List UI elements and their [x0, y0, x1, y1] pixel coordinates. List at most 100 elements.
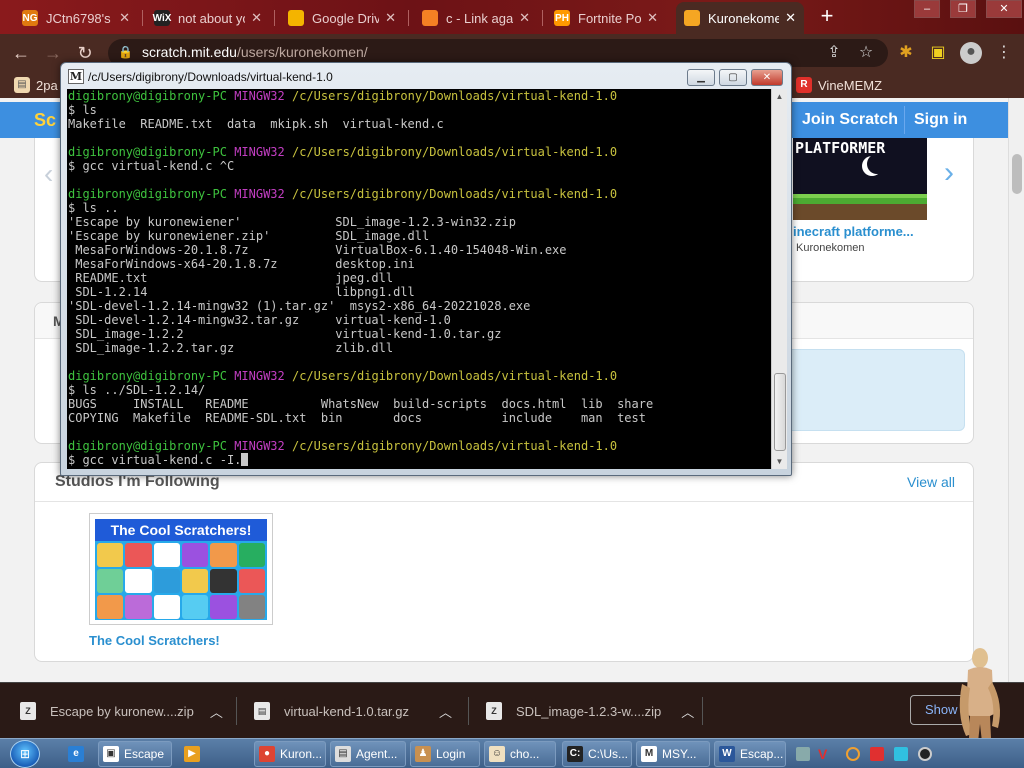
- view-all-link[interactable]: View all: [907, 474, 955, 490]
- start-button[interactable]: ⊞: [10, 740, 40, 768]
- browser-tab[interactable]: Google Drive ✕: [280, 4, 404, 32]
- chevron-up-icon[interactable]: ︿: [681, 702, 694, 721]
- tab-favicon-icon: [684, 10, 700, 26]
- prompt-user: digibrony@digibrony-PC: [68, 439, 227, 453]
- page-scrollbar-thumb[interactable]: [1012, 154, 1022, 194]
- scratch-logo[interactable]: Sc: [34, 110, 56, 131]
- tab-title: not about yo: [178, 10, 246, 26]
- tab-close-icon[interactable]: ✕: [519, 10, 530, 26]
- terminal-minimize-button[interactable]: ▁: [687, 69, 715, 86]
- msys-terminal-window[interactable]: M /c/Users/digibrony/Downloads/virtual-k…: [60, 62, 792, 476]
- scroll-down-icon[interactable]: ▼: [772, 454, 787, 469]
- divider: [236, 697, 237, 725]
- taskbar-button-label: Login: [436, 747, 466, 761]
- terminal-output-line: Makefile README.txt data mkipk.sh virtua…: [68, 117, 653, 131]
- taskbar-button[interactable]: M MSY...: [636, 741, 710, 767]
- studio-art: The Cool Scratchers!: [95, 519, 267, 620]
- taskbar-button-label: MSY...: [662, 747, 697, 761]
- back-icon[interactable]: ←: [10, 42, 32, 64]
- terminal-screen[interactable]: digibrony@digibrony-PC MINGW32 /c/Users/…: [67, 89, 771, 469]
- browser-minimize-button[interactable]: –: [914, 0, 940, 18]
- taskbar-button[interactable]: ● Kuron...: [254, 741, 326, 767]
- tab-close-icon[interactable]: ✕: [119, 10, 130, 26]
- prompt-user: digibrony@digibrony-PC: [68, 145, 227, 159]
- terminal-title: /c/Users/digibrony/Downloads/virtual-ken…: [88, 70, 333, 84]
- bookmark-vinememz[interactable]: R VineMEMZ: [796, 76, 882, 94]
- taskbar-button[interactable]: W Escap...: [714, 741, 786, 767]
- studio-name-link[interactable]: The Cool Scratchers!: [89, 633, 220, 648]
- text-cursor: [241, 453, 249, 466]
- tray-network-icon[interactable]: [894, 747, 908, 761]
- terminal-line-text: Makefile README.txt data mkipk.sh virtua…: [68, 117, 444, 131]
- browser-close-button[interactable]: ✕: [986, 0, 1022, 18]
- download-filename: Escape by kuronew....zip: [50, 703, 194, 719]
- tray-v-icon[interactable]: V: [818, 747, 832, 761]
- terminal-line-text: 'Escape by kuronewiener' SDL_image-1.2.3…: [68, 215, 516, 229]
- terminal-output-line: 'SDL-devel-1.2.14-mingw32 (1).tar.gz' ms…: [68, 299, 653, 313]
- tab-close-icon[interactable]: ✕: [385, 10, 396, 26]
- info-panel: [769, 349, 965, 431]
- project-thumbnail[interactable]: PLATFORMER: [793, 138, 927, 220]
- project-title-link[interactable]: inecraft platforme...: [793, 224, 914, 239]
- taskbar-button[interactable]: ▤ Agent...: [330, 741, 406, 767]
- reload-icon[interactable]: ↻: [74, 42, 96, 64]
- tab-close-icon[interactable]: ✕: [647, 10, 658, 26]
- prompt-path: /c/Users/digibrony/Downloads/virtual-ken…: [292, 89, 618, 103]
- tray-volume-icon[interactable]: [918, 747, 932, 761]
- project-author[interactable]: Kuronekomen: [796, 242, 865, 254]
- terminal-close-button[interactable]: ✕: [751, 69, 783, 86]
- scroll-up-icon[interactable]: ▲: [772, 89, 787, 104]
- sign-in-link[interactable]: Sign in: [914, 111, 967, 129]
- download-item[interactable]: Z Escape by kuronew....zip ︿: [20, 693, 223, 729]
- share-icon[interactable]: ⇪: [824, 43, 844, 63]
- terminal-output-line: SDL-devel-1.2.14-mingw32.tar.gz virtual-…: [68, 313, 653, 327]
- download-item[interactable]: Z SDL_image-1.2.3-w....zip ︿: [486, 693, 694, 729]
- tab-separator: [542, 10, 543, 26]
- browser-restore-button[interactable]: ❐: [950, 0, 976, 18]
- taskbar-button[interactable]: ☺ cho...: [484, 741, 556, 767]
- forward-icon[interactable]: →: [42, 42, 64, 64]
- prompt-user: digibrony@digibrony-PC: [68, 89, 227, 103]
- new-tab-button[interactable]: +: [816, 5, 838, 28]
- terminal-titlebar[interactable]: M /c/Users/digibrony/Downloads/virtual-k…: [61, 63, 791, 89]
- studio-thumbnail[interactable]: The Cool Scratchers!: [89, 513, 273, 625]
- carousel-left-arrow-icon[interactable]: ‹: [44, 158, 53, 190]
- taskbar-button[interactable]: ♟ Login: [410, 741, 480, 767]
- bookmark-star-icon[interactable]: ☆: [856, 43, 876, 63]
- chevron-up-icon[interactable]: ︿: [210, 702, 223, 721]
- taskbar-button[interactable]: C: C:\Us...: [562, 741, 632, 767]
- taskbar-pinned-media[interactable]: ▶: [178, 741, 206, 767]
- bookmark-2pa[interactable]: ▤ 2pa: [14, 76, 58, 94]
- taskbar-button-label: Agent...: [356, 747, 398, 761]
- tab-close-icon[interactable]: ✕: [251, 10, 262, 26]
- divider: [35, 501, 973, 502]
- browser-tab[interactable]: c - Link agai ✕: [414, 4, 538, 32]
- browser-tab[interactable]: Kuronekome ✕: [676, 2, 804, 34]
- page-scrollbar[interactable]: [1008, 98, 1024, 682]
- taskbar-pinned-ie[interactable]: e: [62, 741, 90, 767]
- join-scratch-link[interactable]: Join Scratch: [802, 111, 898, 129]
- browser-tab[interactable]: WiX not about yo ✕: [146, 4, 270, 32]
- tray-app-icon[interactable]: [796, 747, 810, 761]
- terminal-maximize-button[interactable]: ▢: [719, 69, 747, 86]
- menu-icon[interactable]: ⋮: [994, 43, 1014, 63]
- terminal-line-text: SDL_image-1.2.2 virtual-kend-1.0.tar.gz: [68, 327, 502, 341]
- tray-search-icon[interactable]: [846, 747, 860, 761]
- download-filename: SDL_image-1.2.3-w....zip: [516, 703, 662, 719]
- terminal-line-text: $ gcc virtual-kend.c ^C: [68, 159, 235, 173]
- terminal-scrollbar-thumb[interactable]: [774, 373, 786, 451]
- profile-avatar-icon[interactable]: ●: [960, 42, 982, 64]
- carousel-right-arrow-icon[interactable]: ›: [944, 156, 954, 190]
- zip-file-icon: Z: [20, 702, 36, 720]
- terminal-prompt-line: digibrony@digibrony-PC MINGW32 /c/Users/…: [68, 187, 653, 201]
- browser-tab[interactable]: PH Fortnite Por ✕: [546, 4, 666, 32]
- browser-tab[interactable]: NG JCtn6798's A ✕: [14, 4, 138, 32]
- tab-close-icon[interactable]: ✕: [785, 10, 796, 26]
- taskbar-button[interactable]: ▣ Escape: [98, 741, 172, 767]
- tray-flag-icon[interactable]: [870, 747, 884, 761]
- chevron-up-icon[interactable]: ︿: [439, 702, 452, 721]
- download-item[interactable]: ▤ virtual-kend-1.0.tar.gz ︿: [254, 693, 452, 729]
- terminal-scrollbar[interactable]: ▲ ▼: [771, 89, 787, 469]
- sidebar-icon[interactable]: ▣: [928, 43, 948, 63]
- extensions-icon[interactable]: ✱: [896, 43, 916, 63]
